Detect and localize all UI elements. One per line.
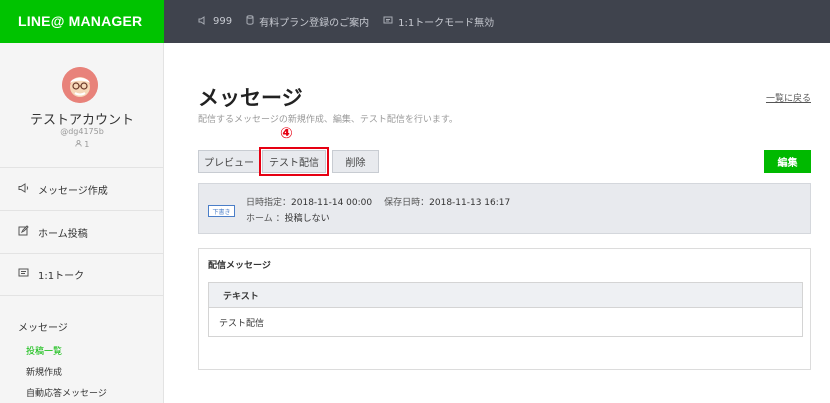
- edit-icon: [18, 225, 32, 239]
- topbar-item-chat-mode[interactable]: 1:1トークモード無効: [383, 14, 494, 29]
- saved-value: 2018-11-13 16:17: [429, 198, 511, 208]
- card-title: 配信メッセージ: [208, 261, 271, 271]
- home-label: ホーム ：: [246, 214, 285, 224]
- chat-icon: [383, 16, 393, 28]
- home-value: 投稿しない: [284, 214, 330, 224]
- brand-logo-text: LINE@ MANAGER: [18, 13, 143, 29]
- friend-count: 1: [0, 140, 164, 149]
- home-row: ホーム ：投稿しない: [246, 211, 330, 224]
- saved-label: 保存日時：: [384, 198, 430, 208]
- topbar-item-plan[interactable]: 有料プラン登録のご案内: [246, 14, 369, 29]
- sidebar: テストアカウント @dg4175b 1 メッセージ作成 ホーム投稿 1:1トーク: [0, 43, 164, 403]
- highlight-frame: [259, 147, 329, 176]
- back-to-list-link[interactable]: 一覧に戻る: [766, 91, 811, 104]
- draft-badge: 下書き: [208, 205, 235, 217]
- delivery-message-card: 配信メッセージ テキスト テスト配信: [198, 248, 811, 370]
- top-bar: 999 有料プラン登録のご案内 1:1トークモード無効: [164, 0, 830, 43]
- schedule-row: 日時指定：2018-11-14 00:00 保存日時：2018-11-13 16:…: [246, 195, 510, 208]
- step-marker: ④: [280, 124, 293, 142]
- app-root: LINE@ MANAGER 999 有料プラン登録のご案内 1:1トークモード無…: [0, 0, 830, 403]
- message-info-panel: 下書き 日時指定：2018-11-14 00:00 保存日時：2018-11-13…: [198, 183, 811, 234]
- chat-icon: [18, 268, 32, 281]
- sidebar-subitem-auto-reply[interactable]: 自動応答メッセージ: [26, 386, 107, 399]
- schedule-value: 2018-11-14 00:00: [291, 198, 373, 208]
- sidebar-subitem-new[interactable]: 新規作成: [26, 365, 62, 378]
- speaker-icon: [198, 15, 208, 28]
- stack-icon: [246, 15, 254, 28]
- sidebar-section-title: メッセージ: [18, 323, 68, 334]
- message-table: テキスト テスト配信: [208, 282, 803, 337]
- sidebar-item-label: メッセージ作成: [38, 185, 108, 197]
- edit-button[interactable]: 編集: [764, 150, 811, 173]
- sidebar-item-talk[interactable]: 1:1トーク: [0, 253, 163, 296]
- table-header: テキスト: [209, 283, 802, 308]
- avatar[interactable]: [62, 67, 98, 103]
- page-title: メッセージ: [198, 86, 303, 110]
- sidebar-item-label: 1:1トーク: [38, 271, 85, 282]
- topbar-item-speaker[interactable]: 999: [198, 15, 233, 28]
- page-description: 配信するメッセージの新規作成、編集、テスト配信を行います。: [198, 115, 458, 125]
- sidebar-item-home-post[interactable]: ホーム投稿: [0, 210, 163, 253]
- megaphone-icon: [18, 182, 32, 196]
- table-cell: テスト配信: [219, 319, 265, 329]
- sidebar-item-label: ホーム投稿: [38, 228, 88, 240]
- friend-count-value: 1: [84, 140, 90, 149]
- preview-button[interactable]: プレビュー: [198, 150, 260, 173]
- schedule-label: 日時指定：: [246, 198, 292, 208]
- delete-button[interactable]: 削除: [332, 150, 379, 173]
- sidebar-subitem-post-list[interactable]: 投稿一覧: [26, 344, 62, 357]
- topbar-chat-mode: 1:1トークモード無効: [398, 18, 495, 29]
- sidebar-item-message-create[interactable]: メッセージ作成: [0, 167, 163, 210]
- account-name: テストアカウント: [29, 113, 134, 128]
- topbar-count: 999: [213, 16, 233, 27]
- brand-logo[interactable]: LINE@ MANAGER: [0, 0, 164, 43]
- account-id: @dg4175b: [60, 127, 104, 136]
- person-icon: [75, 140, 85, 149]
- topbar-plan-link: 有料プラン登録のご案内: [259, 18, 370, 29]
